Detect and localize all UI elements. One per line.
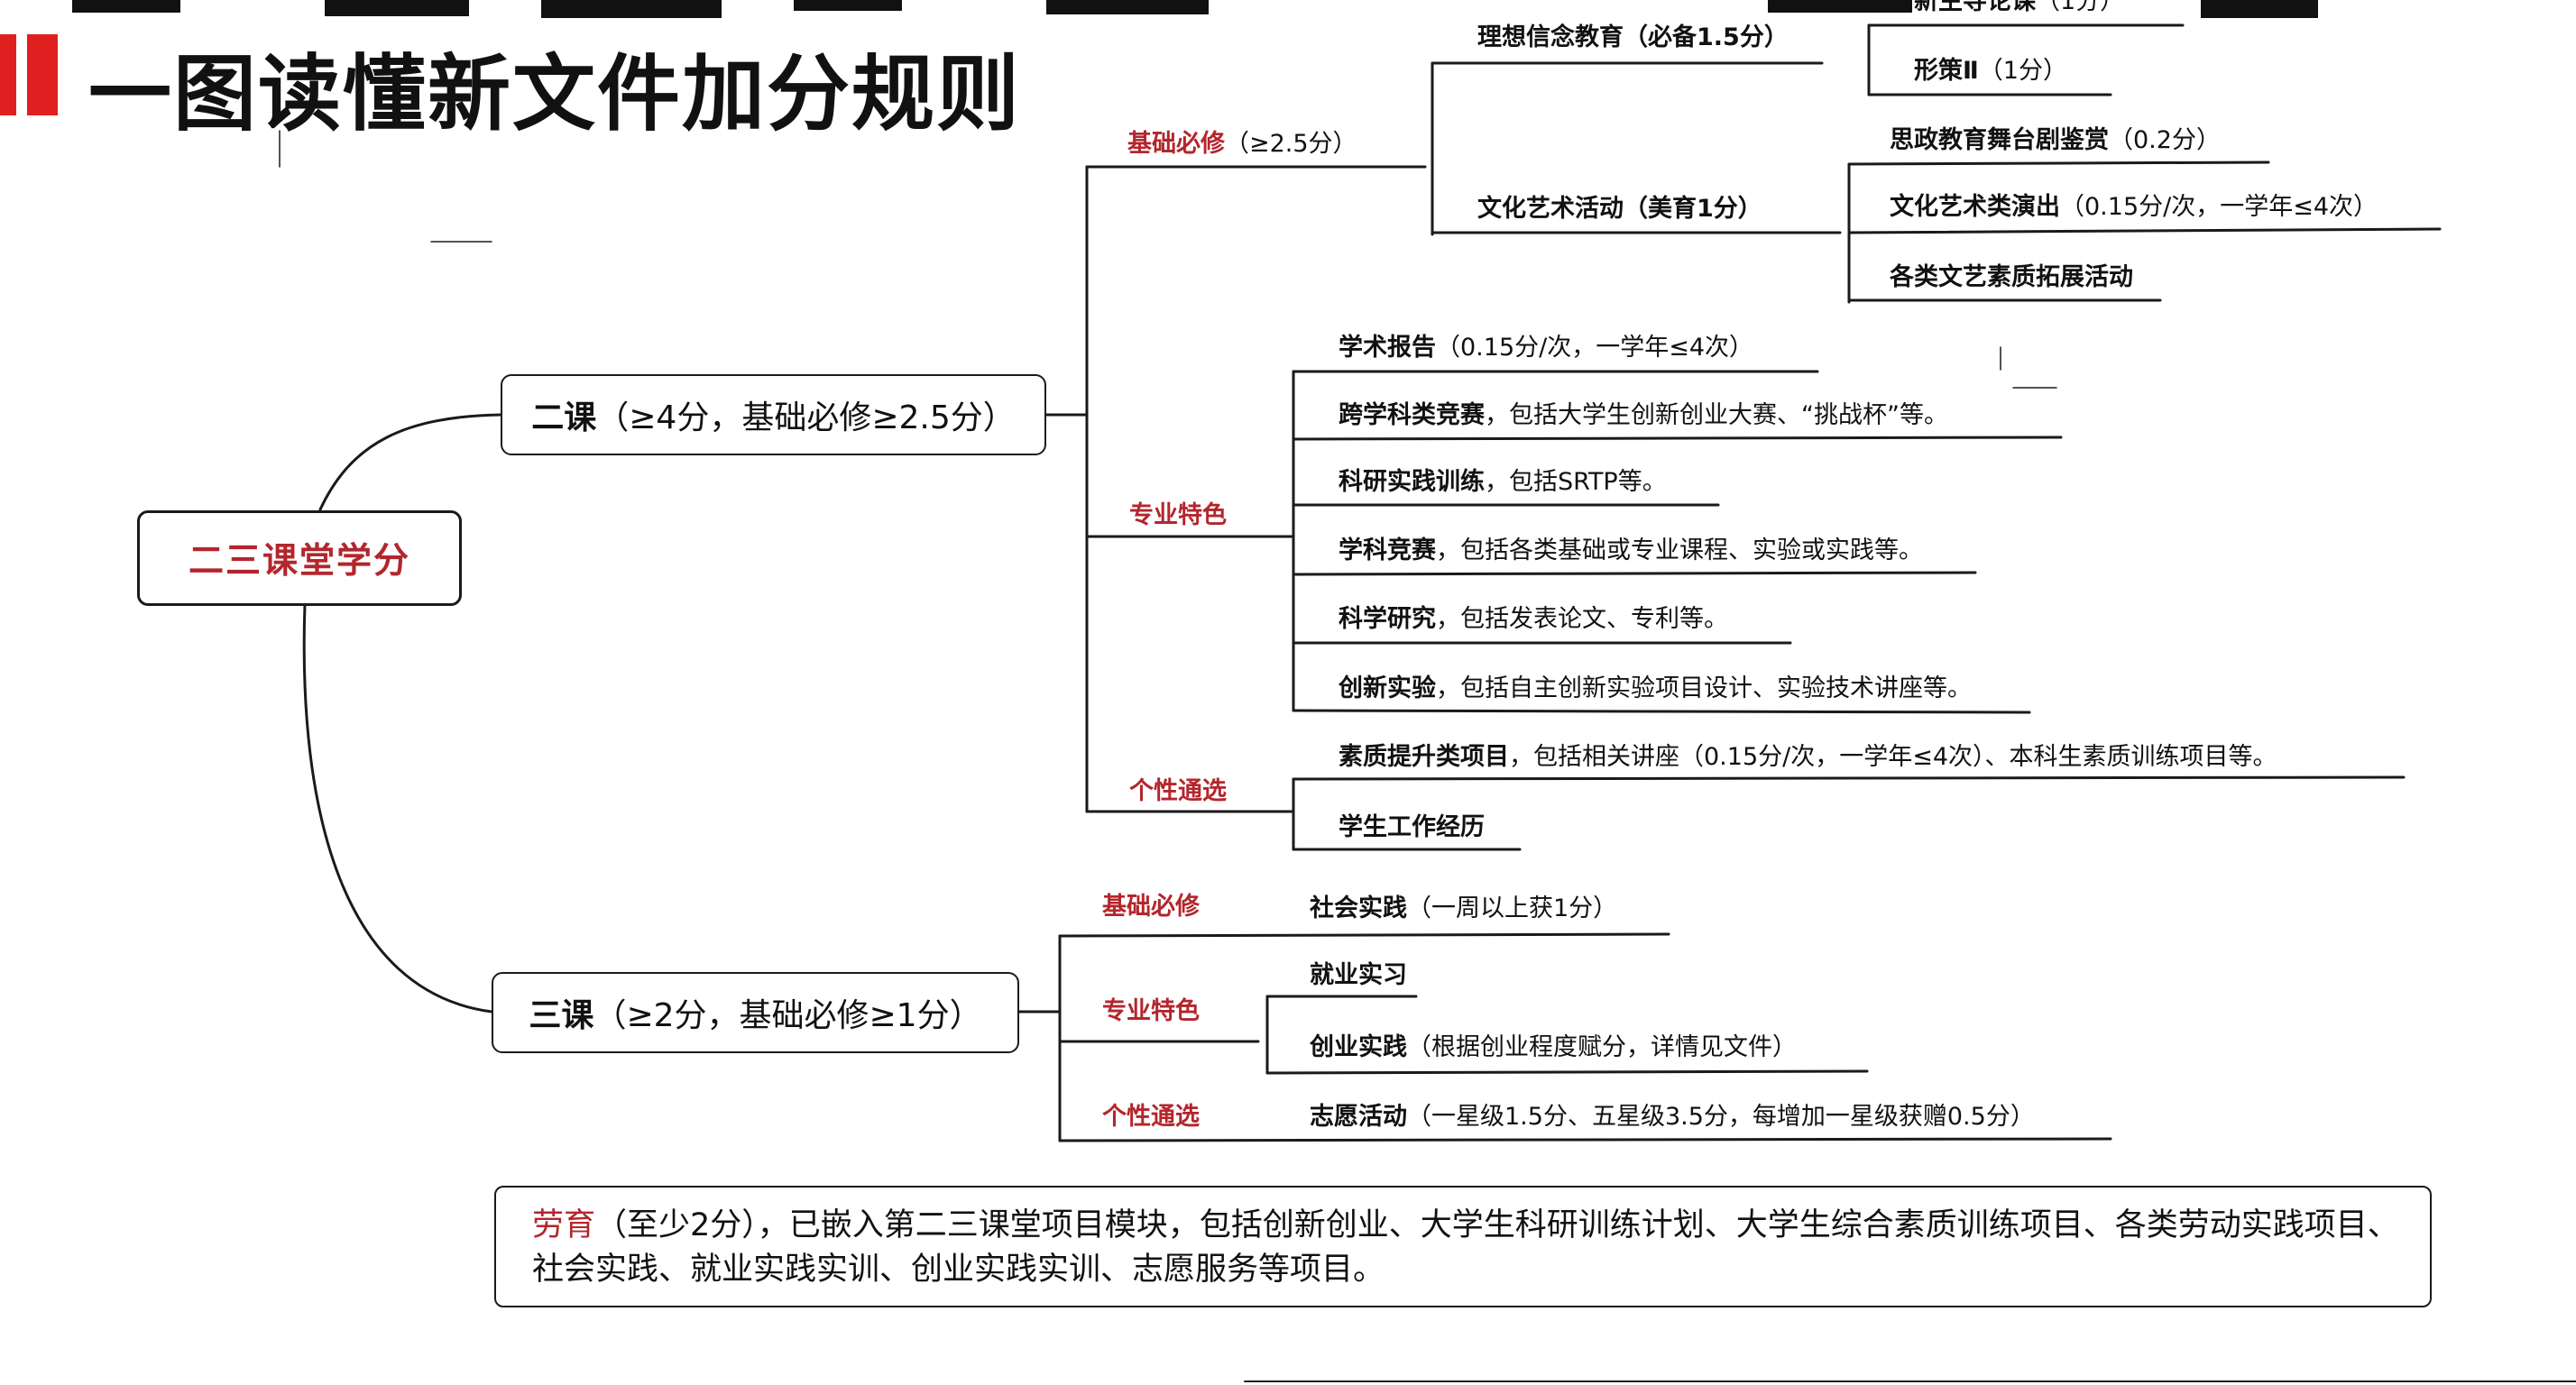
third-basic-item: 社会实践（一周以上获1分）: [1310, 896, 1617, 921]
ideals-child-2-name: 形策Ⅱ: [1914, 57, 1979, 85]
labor-requirement: （至少2分）: [595, 1207, 758, 1243]
ideals-child-1: 新生导论课（1分）: [1914, 0, 2124, 14]
elective-item-1: 素质提升类项目，包括相关讲座（0.15分/次，一学年≤4次）、本科生素质训练项目…: [1339, 745, 2277, 769]
third-basic-item-note: （一周以上获1分）: [1407, 894, 1618, 922]
specialty-item-6: 创新实验，包括自主创新实验项目设计、实验技术讲座等。: [1339, 676, 1972, 701]
third-elective-label: 个性通选: [1102, 1103, 1200, 1131]
specialty-item-3-name: 科研实践训练: [1339, 468, 1485, 496]
third-specialty-item-2-note: （根据创业程度赋分，详情见文件）: [1407, 1033, 1797, 1061]
culture-child-1: 思政教育舞台剧鉴赏（0.2分）: [1890, 128, 2221, 152]
third-elective-item-name: 志愿活动: [1310, 1103, 1407, 1131]
specialty-item-1-note: （0.15分/次，一学年≤4次）: [1436, 334, 1754, 362]
third-specialty-item-1: 就业实习: [1310, 963, 1407, 987]
mind-map-canvas: 一图读懂新文件加分规则 二三课堂学分 二课（≥4分，基础必修≥2.5分） 三课（…: [0, 0, 2576, 1385]
third-specialty-label: 专业特色: [1102, 997, 1200, 1025]
elective-item-2-name: 学生工作经历: [1339, 813, 1485, 841]
specialty-item-6-note: ，包括自主创新实验项目设计、实验技术讲座等。: [1436, 674, 1972, 702]
third-specialty-item-1-name: 就业实习: [1310, 961, 1407, 989]
ideals-child-1-name: 新生导论课: [1914, 0, 2036, 15]
second-course-node: 二课（≥4分，基础必修≥2.5分）: [501, 374, 1046, 455]
third-basic-item-name: 社会实践: [1310, 894, 1407, 922]
specialty-item-4: 学科竞赛，包括各类基础或专业课程、实验或实践等。: [1339, 538, 1923, 563]
culture-child-2-note: （0.15分/次，一学年≤4次）: [2060, 193, 2378, 221]
third-course-node: 三课（≥2分，基础必修≥1分）: [492, 972, 1019, 1053]
third-course-name: 三课: [529, 997, 594, 1034]
specialty-item-3: 科研实践训练，包括SRTP等。: [1339, 470, 1667, 494]
culture-arts-node: 文化艺术活动（美育1分）: [1477, 195, 1762, 223]
culture-child-1-name: 思政教育舞台剧鉴赏: [1890, 126, 2109, 154]
ideals-child-1-note: （1分）: [2036, 0, 2125, 15]
root-node: 二三课堂学分: [137, 510, 462, 606]
specialty-item-2-note: ，包括大学生创新创业大赛、“挑战杯”等。: [1485, 401, 1948, 429]
third-elective-item: 志愿活动（一星级1.5分、五星级3.5分，每增加一星级获赠0.5分）: [1310, 1105, 2035, 1129]
specialty-item-1-name: 学术报告: [1339, 334, 1436, 362]
third-elective-item-note: （一星级1.5分、五星级3.5分，每增加一星级获赠0.5分）: [1407, 1103, 2035, 1131]
third-basic-label: 基础必修: [1102, 893, 1200, 921]
second-specialty-label: 专业特色: [1129, 501, 1227, 529]
culture-child-3: 各类文艺素质拓展活动: [1890, 265, 2133, 289]
culture-child-3-name: 各类文艺素质拓展活动: [1890, 263, 2133, 291]
root-label: 二三课堂学分: [188, 541, 410, 582]
specialty-item-1: 学术报告（0.15分/次，一学年≤4次）: [1339, 335, 1753, 360]
ideals-child-2-note: （1分）: [1978, 57, 2067, 85]
labor-description: ，已嵌入第二三课堂项目模块，包括创新创业、大学生科研训练计划、大学生综合素质训练…: [532, 1207, 2399, 1288]
specialty-item-2: 跨学科类竞赛，包括大学生创新创业大赛、“挑战杯”等。: [1339, 403, 1948, 427]
elective-item-1-note: ，包括相关讲座（0.15分/次，一学年≤4次）、本科生素质训练项目等。: [1509, 743, 2277, 771]
third-specialty-item-2: 创业实践（根据创业程度赋分，详情见文件）: [1310, 1035, 1797, 1059]
ideals-education-node: 理想信念教育（必备1.5分）: [1477, 23, 1789, 51]
second-course-name: 二课: [531, 399, 597, 436]
elective-item-2: 学生工作经历: [1339, 815, 1485, 839]
third-course-requirement: （≥2分，基础必修≥1分）: [593, 997, 982, 1034]
labor-education-box: 劳育（至少2分），已嵌入第二三课堂项目模块，包括创新创业、大学生科研训练计划、大…: [494, 1186, 2432, 1307]
second-basic-requirement: （≥2.5分）: [1225, 130, 1357, 158]
culture-child-2-name: 文化艺术类演出: [1890, 193, 2060, 221]
second-basic-label: 基础必修: [1127, 130, 1225, 158]
specialty-item-5-note: ，包括发表论文、专利等。: [1436, 605, 1728, 633]
specialty-item-4-name: 学科竞赛: [1339, 537, 1436, 564]
second-elective-label: 个性通选: [1129, 777, 1227, 805]
ideals-child-2: 形策Ⅱ（1分）: [1914, 59, 2067, 83]
specialty-item-6-name: 创新实验: [1339, 674, 1436, 702]
specialty-item-5-name: 科学研究: [1339, 605, 1436, 633]
specialty-item-2-name: 跨学科类竞赛: [1339, 401, 1485, 429]
elective-item-1-name: 素质提升类项目: [1339, 743, 1509, 771]
culture-child-1-note: （0.2分）: [2109, 126, 2221, 154]
specialty-item-3-note: ，包括SRTP等。: [1485, 468, 1667, 496]
specialty-item-4-note: ，包括各类基础或专业课程、实验或实践等。: [1436, 537, 1923, 564]
specialty-item-5: 科学研究，包括发表论文、专利等。: [1339, 607, 1728, 631]
second-course-requirement: （≥4分，基础必修≥2.5分）: [596, 399, 1016, 436]
culture-child-2: 文化艺术类演出（0.15分/次，一学年≤4次）: [1890, 195, 2378, 219]
third-specialty-item-2-name: 创业实践: [1310, 1033, 1407, 1061]
labor-label: 劳育: [532, 1207, 596, 1243]
labor-education-text: 劳育（至少2分），已嵌入第二三课堂项目模块，包括创新创业、大学生科研训练计划、大…: [532, 1204, 2408, 1292]
second-basic-category: 基础必修（≥2.5分）: [1127, 132, 1357, 156]
